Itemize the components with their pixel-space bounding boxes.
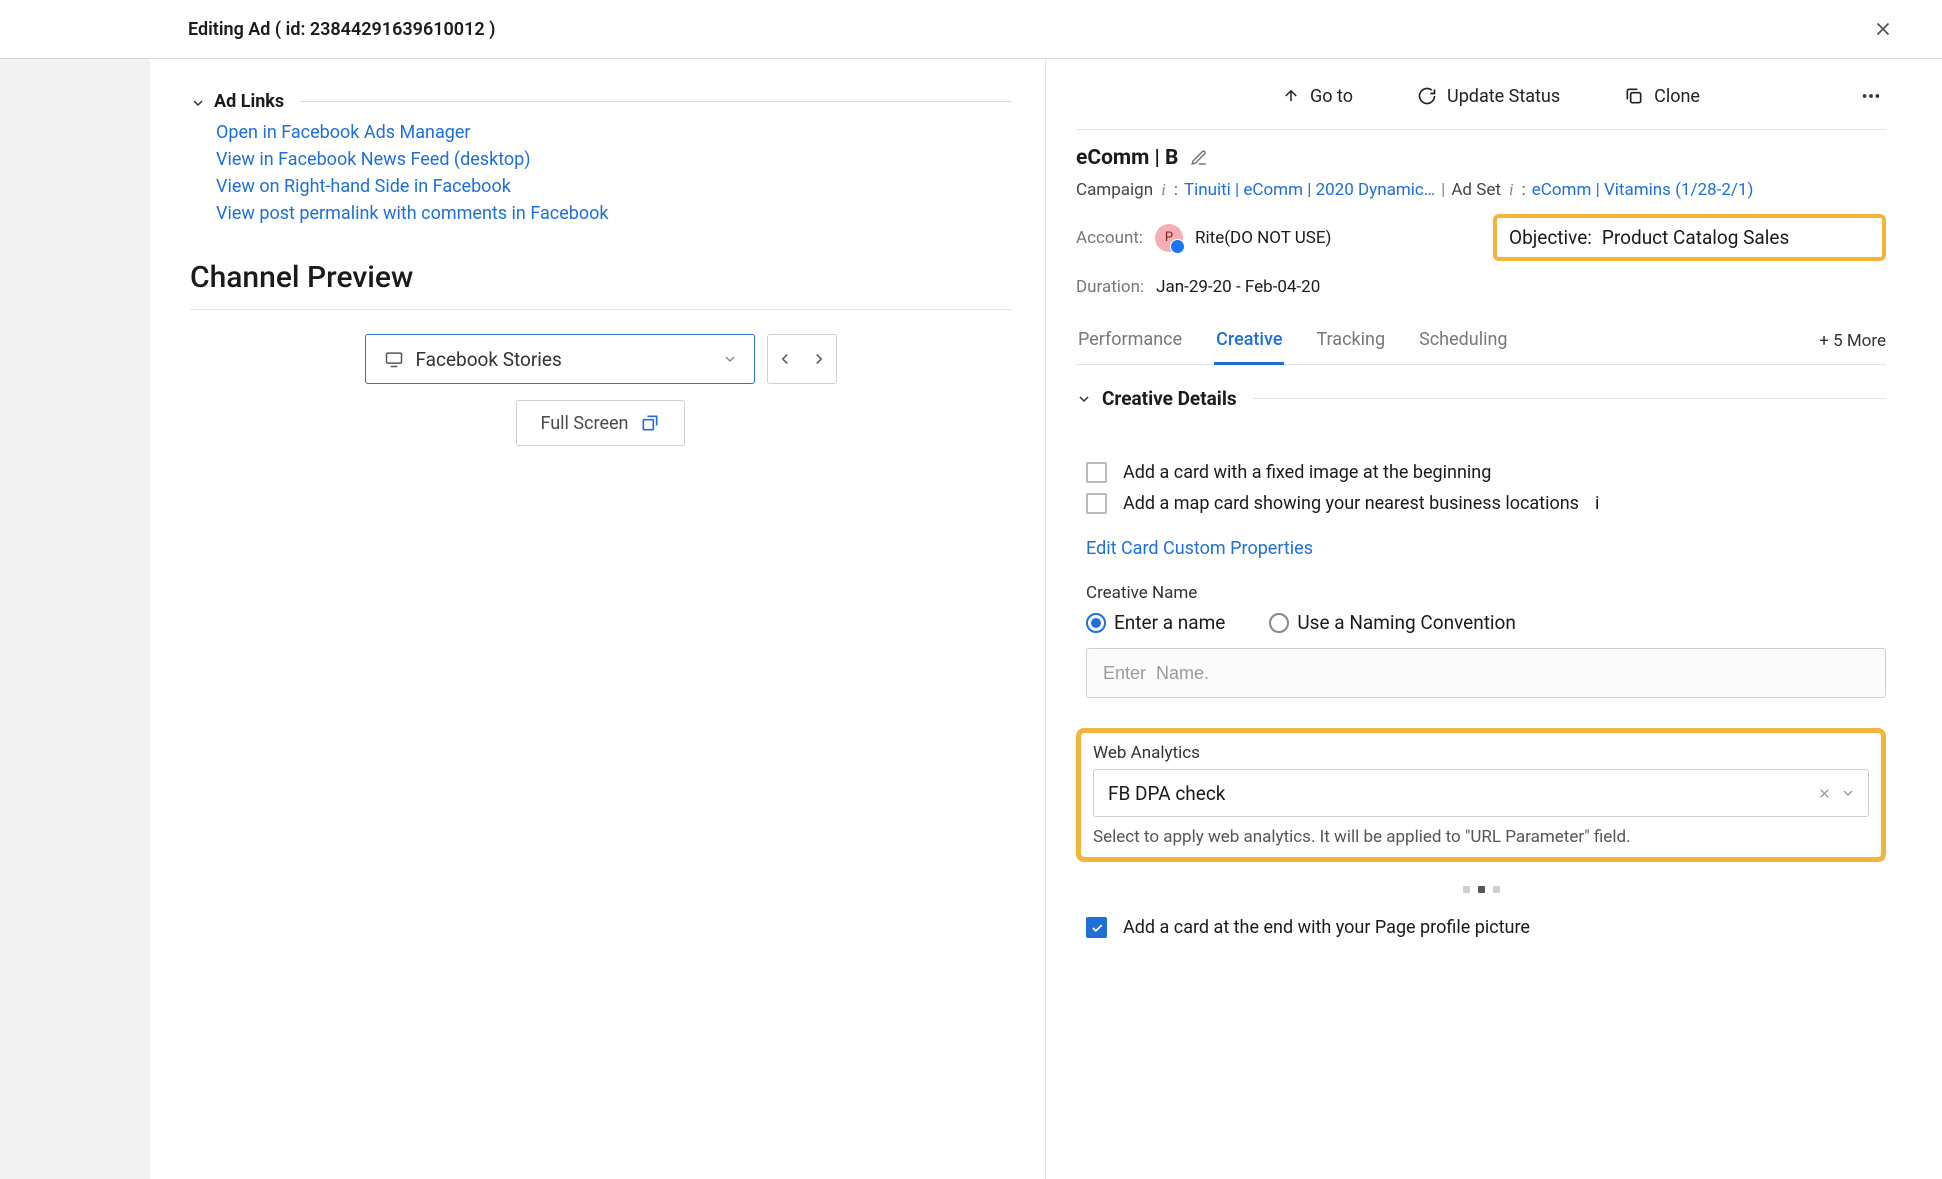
duration-meta: Duration: Jan-29-20 - Feb-04-20 [1076,277,1886,297]
info-icon[interactable]: i [1595,493,1599,514]
web-analytics-highlight: Web Analytics FB DPA check Select to app… [1076,728,1886,862]
radio-icon [1086,613,1106,633]
next-placement-button[interactable] [802,335,836,383]
tabs: Performance Creative Tracking Scheduling… [1076,317,1886,365]
chevron-down-icon [190,95,204,109]
adset-label: Ad Set [1451,180,1501,200]
tab-scheduling[interactable]: Scheduling [1417,317,1509,365]
account-meta: Account: P Rite(DO NOT USE) [1076,214,1469,261]
fullscreen-label: Full Screen [541,413,629,434]
info-icon[interactable]: i [1159,180,1168,200]
card-end-checkbox-row[interactable]: Add a card at the end with your Page pro… [1086,917,1886,938]
web-analytics-value: FB DPA check [1108,782,1809,805]
web-analytics-label: Web Analytics [1093,743,1869,763]
modal-title: Editing Ad ( id: 23844291639610012 ) [188,19,495,40]
edit-card-properties-link[interactable]: Edit Card Custom Properties [1086,538,1313,559]
link-open-fb-ads-manager[interactable]: Open in Facebook Ads Manager [216,122,1011,143]
device-icon [382,349,406,369]
tab-performance[interactable]: Performance [1076,317,1184,365]
more-actions-button[interactable] [1856,81,1886,111]
chevron-down-icon [1840,785,1856,801]
radio-icon [1269,613,1289,633]
prev-placement-button[interactable] [768,335,802,383]
expand-icon [640,413,660,433]
refresh-icon [1417,86,1437,106]
info-icon[interactable]: i [1507,180,1516,200]
clone-button[interactable]: Clone [1624,86,1700,107]
creative-name-input[interactable] [1086,648,1886,698]
link-view-news-feed[interactable]: View in Facebook News Feed (desktop) [216,149,1011,170]
placement-nav [767,334,837,384]
web-analytics-select[interactable]: FB DPA check [1093,769,1869,817]
campaign-label: Campaign [1076,180,1153,200]
card-fixed-checkbox-row[interactable]: Add a card with a fixed image at the beg… [1086,462,1886,483]
channel-preview-heading: Channel Preview [190,260,1011,295]
tabs-more[interactable]: + 5 More [1819,331,1886,351]
checkbox-icon [1086,462,1107,483]
breadcrumb: Campaign i: Tinuiti | eComm | 2020 Dynam… [1076,180,1886,200]
chevron-down-icon [722,351,738,367]
account-value: Rite(DO NOT USE) [1195,228,1331,248]
placement-select[interactable]: Facebook Stories [365,334,755,384]
duration-value: Jan-29-20 - Feb-04-20 [1156,277,1320,297]
link-view-post-permalink[interactable]: View post permalink with comments in Fac… [216,203,1011,224]
right-panel: Go to Update Status Clone e [1046,59,1942,1179]
edit-name-button[interactable] [1190,149,1208,167]
checkbox-icon [1086,493,1107,514]
objective-value: Product Catalog Sales [1602,226,1789,249]
web-analytics-hint: Select to apply web analytics. It will b… [1093,827,1869,847]
fullscreen-button[interactable]: Full Screen [516,400,686,446]
creative-details-header[interactable]: Creative Details [1076,387,1886,410]
clone-icon [1624,86,1644,106]
radio-naming-convention[interactable]: Use a Naming Convention [1269,611,1516,634]
objective-highlight: Objective: Product Catalog Sales [1493,214,1886,261]
link-view-right-hand-side[interactable]: View on Right-hand Side in Facebook [216,176,1011,197]
chevron-down-icon [1076,391,1092,407]
tab-tracking[interactable]: Tracking [1314,317,1387,365]
update-status-button[interactable]: Update Status [1417,86,1560,107]
creative-name-label: Creative Name [1086,583,1886,603]
clear-icon[interactable] [1817,786,1832,801]
ad-links-list: Open in Facebook Ads Manager View in Fac… [190,122,1011,224]
radio-enter-name[interactable]: Enter a name [1086,611,1225,634]
close-icon[interactable] [1868,14,1898,44]
checkbox-checked-icon [1086,917,1107,938]
placement-select-value: Facebook Stories [416,348,712,371]
account-avatar: P [1155,224,1183,252]
ad-links-title: Ad Links [214,91,284,112]
campaign-link[interactable]: Tinuiti | eComm | 2020 Dynamic… [1184,180,1435,200]
arrow-up-icon [1282,87,1300,105]
card-map-checkbox-row[interactable]: Add a map card showing your nearest busi… [1086,493,1886,514]
left-panel: Ad Links Open in Facebook Ads Manager Vi… [150,59,1046,1179]
entity-name: eComm | B [1076,146,1178,170]
adset-link[interactable]: eComm | Vitamins (1/28-2/1) [1532,180,1754,200]
ad-links-header[interactable]: Ad Links [190,91,1011,112]
tab-creative[interactable]: Creative [1214,317,1284,365]
modal-header: Editing Ad ( id: 23844291639610012 ) [0,0,1942,59]
carousel-indicator [1076,886,1886,893]
goto-button[interactable]: Go to [1282,86,1353,107]
